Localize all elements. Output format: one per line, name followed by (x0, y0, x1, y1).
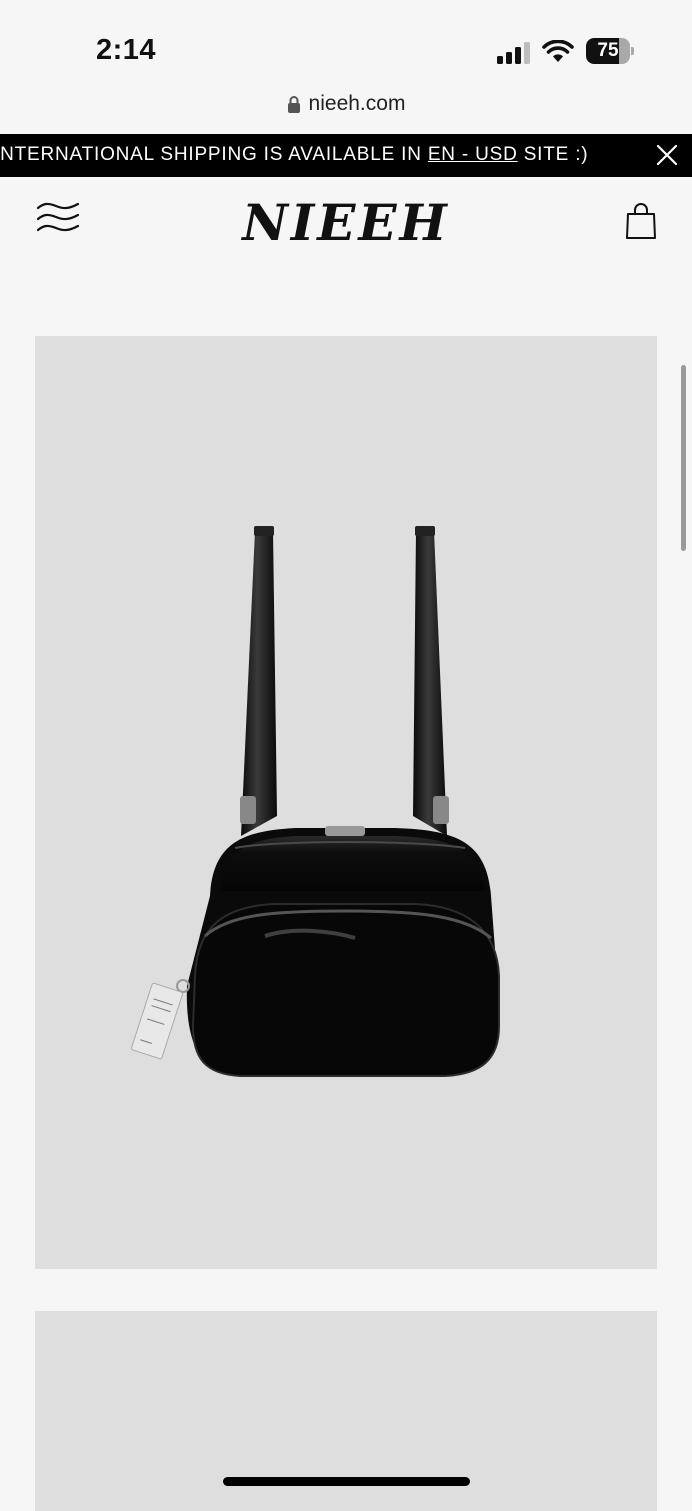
shopping-bag-icon[interactable] (625, 202, 657, 240)
battery-level: 75 (597, 40, 619, 61)
home-indicator[interactable] (223, 1477, 470, 1486)
battery-indicator: 75 (586, 38, 634, 64)
announcement-text: INTERNATIONAL SHIPPING IS AVAILABLE IN E… (0, 144, 588, 166)
site-header: NIEEH (0, 177, 692, 267)
lock-icon (287, 96, 300, 113)
url-text: nieeh.com (308, 92, 406, 115)
cellular-signal-icon (497, 42, 530, 64)
backpack-photo (130, 526, 500, 1077)
announcement-bar: INTERNATIONAL SHIPPING IS AVAILABLE IN E… (0, 134, 692, 177)
battery-body: 75 (586, 38, 630, 64)
brand-logo[interactable]: NIEEH (0, 193, 692, 252)
battery-tip (631, 47, 634, 55)
scrollbar[interactable] (681, 365, 686, 551)
wifi-icon (542, 40, 574, 62)
announcement-text-after: SITE :) (517, 144, 589, 165)
announcement-text-before: INTERNATIONAL SHIPPING IS AVAILABLE IN (0, 144, 428, 165)
status-time: 2:14 (96, 34, 157, 66)
address-bar[interactable]: nieeh.com (0, 92, 692, 124)
announcement-site-link[interactable]: EN - USD (428, 144, 518, 165)
product-image[interactable] (35, 336, 657, 1269)
status-bar: 2:14 75 (0, 0, 692, 90)
close-icon[interactable] (656, 144, 678, 166)
